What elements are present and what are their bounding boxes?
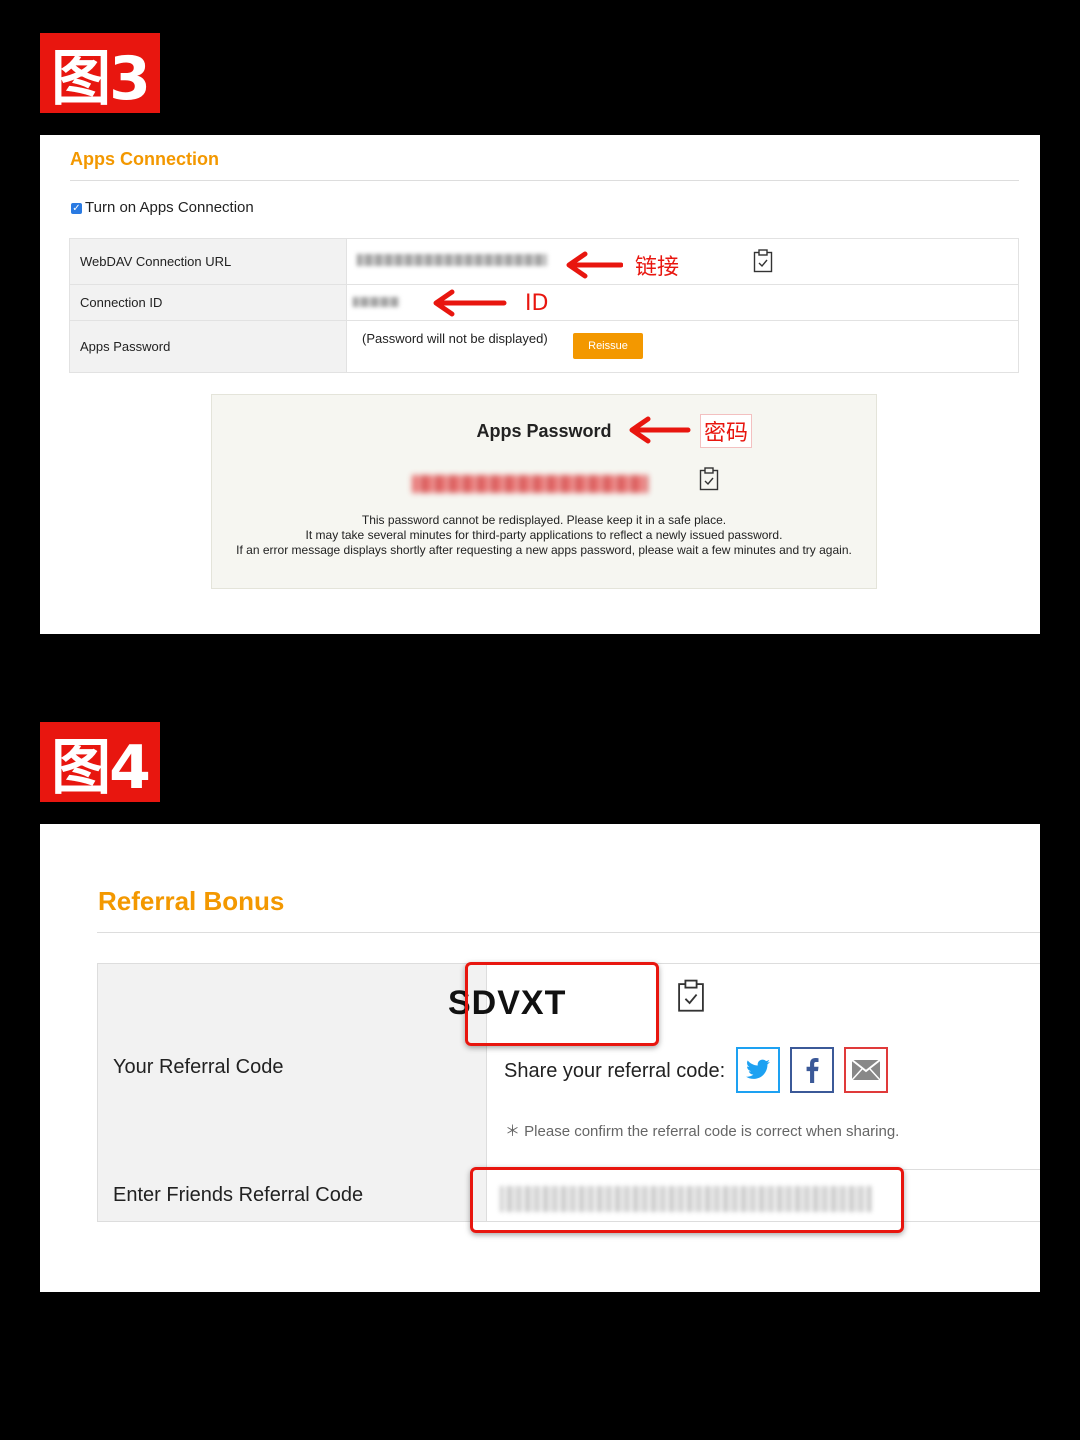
apps-password-box-title: Apps Password bbox=[476, 421, 612, 441]
mail-share-button[interactable] bbox=[844, 1047, 888, 1093]
annotation-password: 密码 bbox=[700, 414, 753, 448]
confirm-code-note: ＊ Please confirm the referral code is co… bbox=[505, 1123, 900, 1140]
share-referral-label: Share your referral code: bbox=[504, 1060, 726, 1082]
webdav-url-redacted bbox=[357, 254, 547, 266]
mail-icon bbox=[851, 1059, 881, 1081]
your-referral-code-cell: Your Referral Code bbox=[97, 964, 487, 1169]
figure-label-3: 图3 bbox=[40, 33, 160, 114]
clipboard-check-icon[interactable] bbox=[753, 249, 773, 273]
clipboard-check-icon[interactable] bbox=[699, 467, 719, 491]
note-line: It may take several minutes for third-pa… bbox=[305, 528, 783, 542]
table-row: Apps Password bbox=[69, 320, 1019, 373]
apps-connection-panel: Apps Connection ✓ Turn on Apps Connectio… bbox=[40, 135, 1040, 634]
highlight-box bbox=[465, 962, 659, 1046]
enter-friends-code-label: Enter Friends Referral Code bbox=[113, 1184, 364, 1206]
clipboard-check-icon[interactable] bbox=[677, 979, 705, 1013]
your-referral-code-label: Your Referral Code bbox=[113, 1056, 284, 1078]
apps-password-box: Apps Password This password cannot be re… bbox=[211, 394, 877, 589]
facebook-icon bbox=[806, 1057, 819, 1083]
password-hidden-note: (Password will not be displayed) bbox=[362, 331, 548, 346]
webdav-url-label: WebDAV Connection URL bbox=[69, 238, 347, 285]
figure-label-4: 图4 bbox=[40, 722, 160, 803]
table-row: WebDAV Connection URL bbox=[69, 238, 1019, 285]
apps-password-redacted bbox=[412, 475, 648, 493]
red-arrow-icon bbox=[433, 289, 507, 317]
connection-id-label: Connection ID bbox=[69, 284, 347, 321]
note-line: This password cannot be redisplayed. Ple… bbox=[361, 513, 727, 527]
title-divider bbox=[97, 932, 1040, 933]
note-line: If an error message displays shortly aft… bbox=[236, 543, 852, 557]
annotation-link: 链接 bbox=[635, 255, 680, 280]
twitter-icon bbox=[746, 1059, 770, 1079]
annotation-id: ID bbox=[525, 291, 549, 316]
referral-bonus-panel: Referral Bonus Your Referral Code Enter … bbox=[40, 824, 1040, 1292]
facebook-share-button[interactable] bbox=[790, 1047, 834, 1093]
red-arrow-icon bbox=[566, 251, 623, 279]
apps-connection-checkbox[interactable]: ✓ bbox=[71, 203, 82, 214]
highlight-box bbox=[470, 1167, 904, 1233]
apps-connection-checkbox-label: Turn on Apps Connection bbox=[85, 199, 254, 216]
reissue-button[interactable]: Reissue bbox=[573, 333, 643, 359]
enter-friends-code-cell: Enter Friends Referral Code bbox=[97, 1168, 487, 1221]
apps-password-value bbox=[346, 320, 1019, 373]
red-arrow-icon bbox=[629, 416, 691, 444]
twitter-share-button[interactable] bbox=[736, 1047, 780, 1093]
apps-password-label: Apps Password bbox=[69, 320, 347, 373]
webdav-url-value bbox=[346, 238, 1019, 285]
referral-bonus-title: Referral Bonus bbox=[98, 886, 285, 916]
connection-id-redacted bbox=[353, 297, 399, 307]
apps-password-note: This password cannot be redisplayed. Ple… bbox=[222, 513, 866, 558]
title-divider bbox=[70, 180, 1019, 181]
apps-connection-title: Apps Connection bbox=[70, 149, 219, 169]
